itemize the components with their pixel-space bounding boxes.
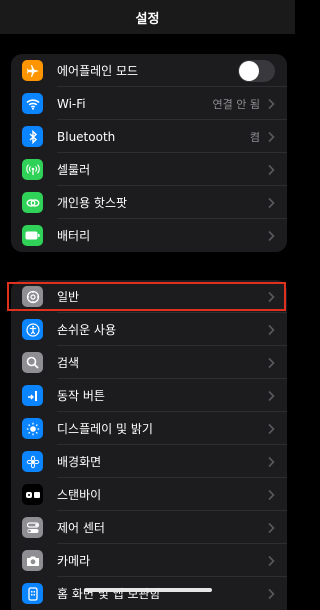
system-group: 일반 손쉬운 사용 검색 동작 버튼 디스플레이 및 밝기 배경화면 스탠바이 … bbox=[11, 280, 287, 610]
row-search[interactable]: 검색 bbox=[11, 346, 287, 379]
bluetooth-icon bbox=[22, 126, 43, 147]
bluetooth-status: 켬 bbox=[249, 130, 260, 144]
row-home-screen[interactable]: 홈 화면 및 앱 보관함 bbox=[11, 577, 287, 610]
row-label: 디스플레이 및 밝기 bbox=[57, 422, 153, 436]
row-label: Bluetooth bbox=[57, 129, 116, 144]
hotspot-icon bbox=[22, 192, 43, 213]
row-cellular[interactable]: 셀룰러 bbox=[11, 153, 287, 186]
row-label: 카메라 bbox=[57, 554, 91, 568]
chevron-right-icon bbox=[268, 291, 275, 302]
chevron-right-icon bbox=[268, 522, 275, 533]
brightness-icon bbox=[22, 418, 43, 439]
row-wifi[interactable]: Wi-Fi 연결 안 됨 bbox=[11, 87, 287, 120]
chevron-right-icon bbox=[268, 131, 275, 142]
connectivity-group: 에어플레인 모드 Wi-Fi 연결 안 됨 Bluetooth 켬 셀룰러 개인… bbox=[11, 54, 287, 252]
row-label: 에어플레인 모드 bbox=[57, 64, 139, 78]
chevron-right-icon bbox=[268, 197, 275, 208]
row-label: 검색 bbox=[57, 356, 80, 370]
standby-icon bbox=[22, 484, 43, 505]
row-wallpaper[interactable]: 배경화면 bbox=[11, 445, 287, 478]
airplane-icon bbox=[22, 60, 43, 81]
row-hotspot[interactable]: 개인용 핫스팟 bbox=[11, 186, 287, 219]
home-indicator[interactable] bbox=[84, 588, 212, 592]
row-label: 일반 bbox=[57, 290, 80, 304]
row-standby[interactable]: 스탠바이 bbox=[11, 478, 287, 511]
row-label: 배터리 bbox=[57, 229, 91, 243]
camera-icon bbox=[22, 550, 43, 571]
row-label: 개인용 핫스팟 bbox=[57, 196, 128, 210]
chevron-right-icon bbox=[268, 588, 275, 599]
cellular-icon bbox=[22, 159, 43, 180]
action-button-icon bbox=[22, 385, 43, 406]
wifi-icon bbox=[22, 93, 43, 114]
battery-icon bbox=[22, 225, 43, 246]
chevron-right-icon bbox=[268, 230, 275, 241]
chevron-right-icon bbox=[268, 98, 275, 109]
row-label: 스탠바이 bbox=[57, 488, 102, 502]
chevron-right-icon bbox=[268, 555, 275, 566]
row-label: Wi-Fi bbox=[57, 96, 86, 111]
search-icon bbox=[22, 352, 43, 373]
row-action-button[interactable]: 동작 버튼 bbox=[11, 379, 287, 412]
airplane-mode-toggle[interactable] bbox=[238, 59, 275, 82]
row-label: 동작 버튼 bbox=[57, 389, 105, 403]
row-control-center[interactable]: 제어 센터 bbox=[11, 511, 287, 544]
wifi-status: 연결 안 됨 bbox=[212, 97, 260, 111]
row-label: 제어 센터 bbox=[57, 521, 105, 535]
row-label: 배경화면 bbox=[57, 455, 102, 469]
home-screen-icon bbox=[22, 583, 43, 604]
page-title: 설정 bbox=[135, 11, 160, 27]
chevron-right-icon bbox=[268, 423, 275, 434]
accessibility-icon bbox=[22, 319, 43, 340]
nav-bar: 설정 bbox=[0, 0, 295, 34]
chevron-right-icon bbox=[268, 357, 275, 368]
row-general[interactable]: 일반 bbox=[11, 280, 287, 313]
chevron-right-icon bbox=[268, 324, 275, 335]
row-label: 셀룰러 bbox=[57, 163, 91, 177]
row-battery[interactable]: 배터리 bbox=[11, 219, 287, 252]
chevron-right-icon bbox=[268, 456, 275, 467]
control-center-icon bbox=[22, 517, 43, 538]
row-label: 손쉬운 사용 bbox=[57, 323, 117, 337]
row-display-brightness[interactable]: 디스플레이 및 밝기 bbox=[11, 412, 287, 445]
gear-icon bbox=[22, 286, 43, 307]
row-bluetooth[interactable]: Bluetooth 켬 bbox=[11, 120, 287, 153]
row-accessibility[interactable]: 손쉬운 사용 bbox=[11, 313, 287, 346]
row-airplane-mode[interactable]: 에어플레인 모드 bbox=[11, 54, 287, 87]
wallpaper-icon bbox=[22, 451, 43, 472]
chevron-right-icon bbox=[268, 489, 275, 500]
toggle-knob bbox=[239, 60, 259, 81]
chevron-right-icon bbox=[268, 164, 275, 175]
row-camera[interactable]: 카메라 bbox=[11, 544, 287, 577]
chevron-right-icon bbox=[268, 390, 275, 401]
